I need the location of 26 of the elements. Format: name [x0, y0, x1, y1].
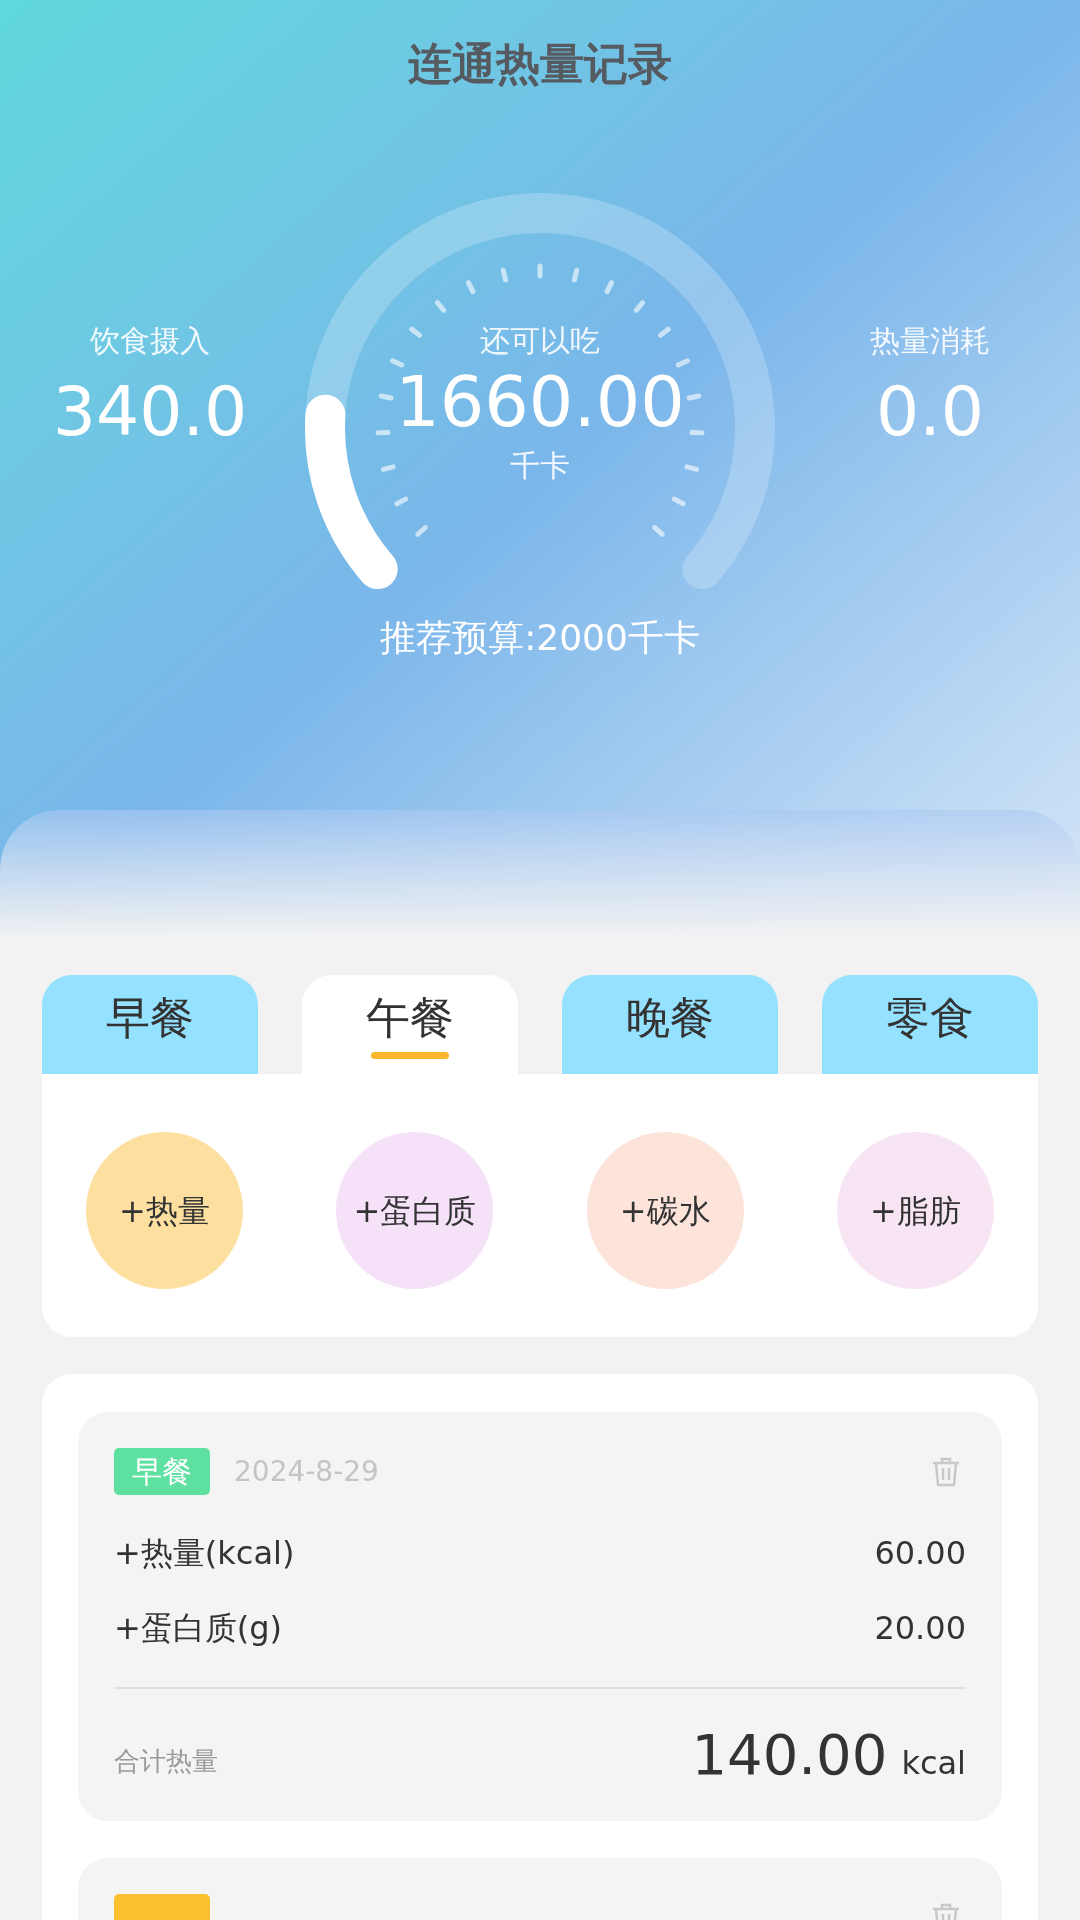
item-value: 60.00 [874, 1532, 966, 1574]
item-label: +热量(kcal) [114, 1532, 295, 1574]
add-nutrient-button[interactable]: +热量 [86, 1132, 243, 1289]
page-title: 连通热量记录 [408, 37, 672, 91]
stat-label: 饮食摄入 [90, 322, 210, 360]
remaining-value: 1660.00 [395, 360, 685, 444]
add-nutrient-button[interactable]: +脂肪 [837, 1132, 994, 1289]
stat-value: 340.0 [52, 371, 248, 453]
add-nutrient-button[interactable]: +蛋白质 [336, 1132, 494, 1289]
meal-tab[interactable]: 晚餐 [562, 975, 778, 1074]
total-value: 140.00 [691, 1723, 888, 1787]
stat-value: 0.0 [875, 371, 985, 453]
meal-tab[interactable]: 早餐 [42, 975, 258, 1074]
trash-icon [931, 1455, 961, 1488]
stat-label: 热量消耗 [870, 322, 990, 360]
stat-label: 还可以吃 [480, 322, 600, 360]
meal-tab[interactable]: 零食 [822, 975, 1038, 1074]
meal-tag: 早餐 [114, 1448, 210, 1495]
budget-text: 推荐预算:2000千卡 [380, 616, 700, 660]
meal-tab[interactable]: 午餐 [302, 975, 518, 1074]
unit-label: 千卡 [510, 447, 570, 485]
add-nutrient-button[interactable]: +碳水 [586, 1132, 744, 1289]
item-value: 20.00 [874, 1607, 966, 1649]
total-label: 合计热量 [114, 1745, 218, 1778]
total-unit: kcal [901, 1743, 966, 1784]
item-label: +蛋白质(g) [114, 1607, 283, 1649]
